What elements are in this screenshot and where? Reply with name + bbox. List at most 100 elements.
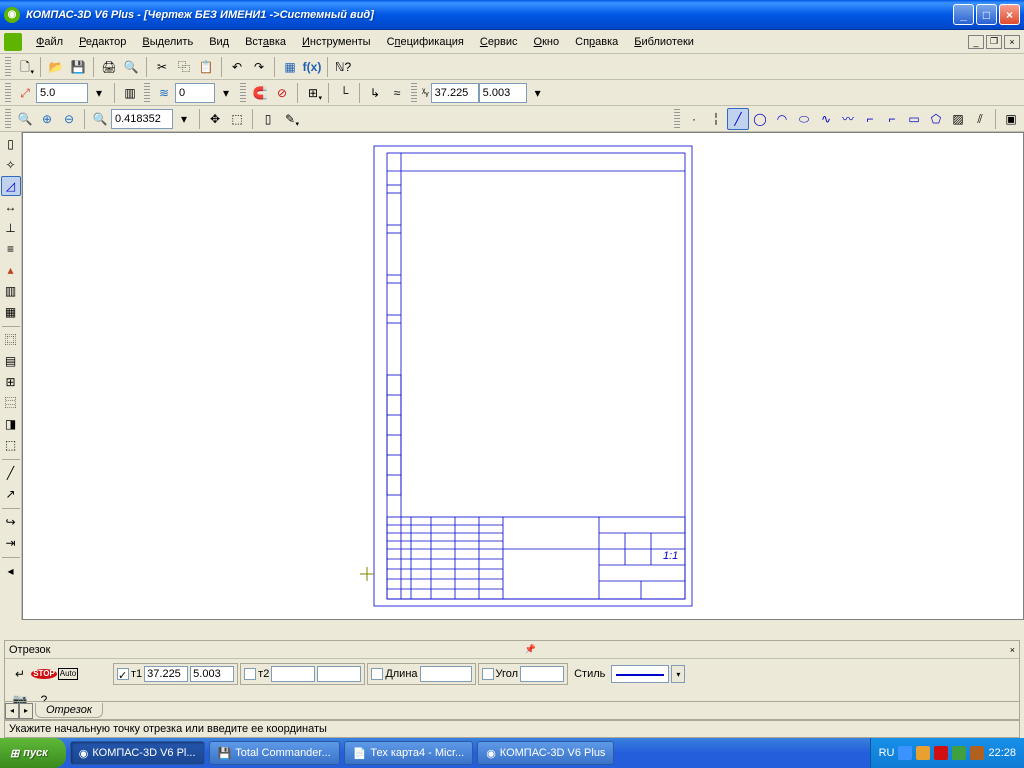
menu-window[interactable]: Окно — [526, 33, 568, 51]
lp-measure[interactable]: ▦ — [1, 302, 21, 322]
library-button[interactable]: ▦ — [279, 56, 301, 78]
param-angle[interactable]: Угол — [478, 663, 569, 685]
lp-t3[interactable]: ↪ — [1, 512, 21, 532]
lp-more[interactable]: ◂ — [1, 561, 21, 581]
step-field[interactable]: 5.0 — [36, 83, 88, 103]
round-button[interactable]: ≈ — [386, 82, 408, 104]
taskbar-item-2[interactable]: 📄Тех карта4 - Micr... — [344, 741, 474, 765]
geom-circle-button[interactable]: ◯ — [749, 108, 771, 130]
geom-point-button[interactable]: · — [683, 108, 705, 130]
menu-editor[interactable]: Редактор — [71, 33, 134, 51]
create-button[interactable]: ↵ — [9, 663, 31, 685]
lp-dimensions[interactable]: ↔ — [1, 197, 21, 217]
print-button[interactable]: 🖨 — [98, 56, 120, 78]
lp-t4[interactable]: ⇥ — [1, 533, 21, 553]
redo-button[interactable]: ↷ — [248, 56, 270, 78]
t1-x-input[interactable] — [144, 666, 188, 682]
lp-spec[interactable]: ▤ — [1, 351, 21, 371]
cursor-step-button[interactable]: ⤢ — [14, 82, 36, 104]
tab-prev[interactable]: ◂ — [5, 703, 19, 719]
zoom-dd[interactable]: ▾ — [173, 108, 195, 130]
lp-edit[interactable]: ▴ — [1, 260, 21, 280]
lp-point[interactable]: ✧ — [1, 155, 21, 175]
menu-service[interactable]: Сервис — [472, 33, 526, 51]
mdi-restore[interactable]: ❐ — [986, 35, 1002, 49]
preview-button[interactable]: 🔍 — [120, 56, 142, 78]
cut-button[interactable]: ✂ — [151, 56, 173, 78]
auto-button[interactable]: Auto — [57, 663, 79, 685]
copy-button[interactable]: ⿻ — [173, 56, 195, 78]
layer-field[interactable]: 0 — [175, 83, 215, 103]
geom-line-button[interactable]: ╱ — [727, 108, 749, 130]
grid-button[interactable]: ⊞ — [302, 82, 324, 104]
zoom-in-button[interactable]: ⊕ — [36, 108, 58, 130]
layer-dd[interactable]: ▾ — [215, 82, 237, 104]
lp-params[interactable]: ▥ — [1, 281, 21, 301]
len-checkbox[interactable] — [371, 668, 383, 680]
lp-text[interactable]: ≡ — [1, 239, 21, 259]
paste-button[interactable]: 📋 — [195, 56, 217, 78]
variables-button[interactable]: f(x) — [301, 56, 323, 78]
ang-checkbox[interactable] — [482, 668, 494, 680]
zoom-fit-button[interactable]: 🔍 — [14, 108, 36, 130]
menu-select[interactable]: Выделить — [134, 33, 201, 51]
pan-button[interactable]: ✥ — [204, 108, 226, 130]
t1-y-input[interactable] — [190, 666, 234, 682]
lp-macro[interactable]: ⬚ — [1, 435, 21, 455]
save-button[interactable]: 💾 — [67, 56, 89, 78]
menu-file[interactable]: Файл — [28, 33, 71, 51]
param-t2[interactable]: т2 — [240, 663, 365, 685]
help-button[interactable]: ℕ? — [332, 56, 354, 78]
geom-bezier-button[interactable]: 〰 — [837, 108, 859, 130]
geom-arc-button[interactable]: ◠ — [771, 108, 793, 130]
menu-view[interactable]: Вид — [201, 33, 237, 51]
t2-y-input[interactable] — [317, 666, 361, 682]
tray-icon[interactable] — [952, 746, 966, 760]
maximize-button[interactable]: □ — [976, 4, 997, 25]
panel-close[interactable]: × — [1010, 645, 1015, 655]
grip[interactable] — [240, 83, 246, 103]
clock[interactable]: 22:28 — [988, 747, 1016, 759]
step-dd[interactable]: ▾ — [88, 82, 110, 104]
show-button[interactable]: ✎ — [279, 108, 301, 130]
coord-y[interactable]: 5.003 — [479, 83, 527, 103]
layers-button[interactable]: ≋ — [153, 82, 175, 104]
geom-contour-button[interactable]: ⬠ — [925, 108, 947, 130]
lp-assoc[interactable]: ⿴ — [1, 330, 21, 350]
redraw-button[interactable]: ▯ — [257, 108, 279, 130]
snap-on-button[interactable]: 🧲 — [249, 82, 271, 104]
lp-select[interactable]: ▯ — [1, 134, 21, 154]
zoom-out-button[interactable]: ⊖ — [58, 108, 80, 130]
geom-collect-button[interactable]: ▣ — [1000, 108, 1022, 130]
lcs-button[interactable]: ↳ — [364, 82, 386, 104]
lp-t1[interactable]: ╱ — [1, 463, 21, 483]
taskbar-item-1[interactable]: 💾Total Commander... — [209, 741, 340, 765]
lp-assem[interactable]: ⿳ — [1, 393, 21, 413]
menu-spec[interactable]: Спецификация — [379, 33, 472, 51]
new-doc-button[interactable]: 🗋 — [14, 56, 36, 78]
states-button[interactable]: ▥ — [119, 82, 141, 104]
style-preview[interactable] — [611, 665, 669, 683]
geom-ellipse-button[interactable]: ⬭ — [793, 108, 815, 130]
lp-views[interactable]: ⊞ — [1, 372, 21, 392]
drawing-canvas[interactable]: 1:1 — [22, 132, 1024, 620]
geom-rect-button[interactable]: ▭ — [903, 108, 925, 130]
close-button[interactable]: × — [999, 4, 1020, 25]
coord-x[interactable]: 37.225 — [431, 83, 479, 103]
lp-insert[interactable]: ◨ — [1, 414, 21, 434]
zoom-field[interactable]: 0.418352 — [111, 109, 173, 129]
start-button[interactable]: ⊞пуск — [0, 738, 66, 768]
style-dropdown[interactable]: ▾ — [671, 665, 685, 683]
tray-icon[interactable] — [934, 746, 948, 760]
param-length[interactable]: Длина — [367, 663, 475, 685]
minimize-button[interactable]: _ — [953, 4, 974, 25]
tab-segment[interactable]: Отрезок — [35, 703, 103, 718]
t2-checkbox[interactable] — [244, 668, 256, 680]
geom-spline-button[interactable]: ∿ — [815, 108, 837, 130]
stop-button[interactable]: STOP — [33, 663, 55, 685]
zoom-window-button[interactable]: ⬚ — [226, 108, 248, 130]
grip[interactable] — [5, 83, 11, 103]
lp-t2[interactable]: ↗ — [1, 484, 21, 504]
menu-tools[interactable]: Инструменты — [294, 33, 379, 51]
coord-dd[interactable]: ▾ — [527, 82, 549, 104]
